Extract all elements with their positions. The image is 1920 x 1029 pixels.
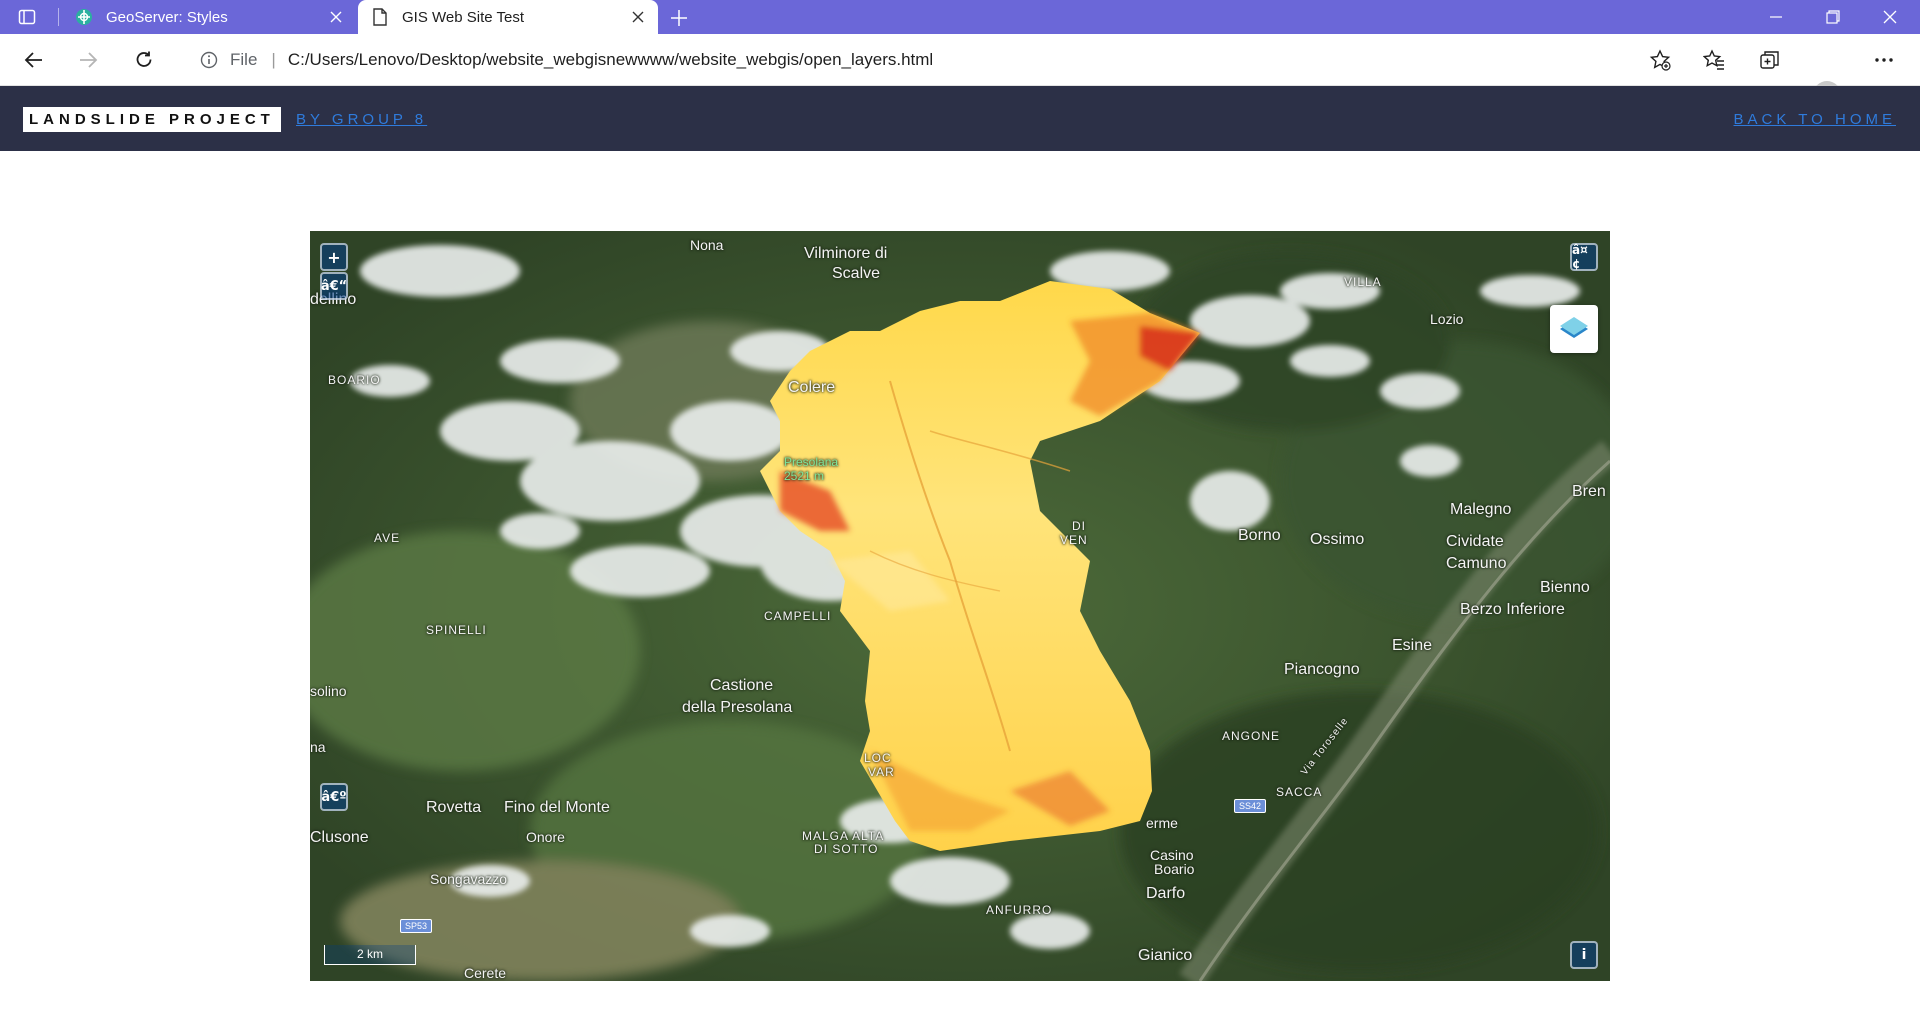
tab-geoserver-styles[interactable]: GeoServer: Styles xyxy=(62,0,356,34)
favorites-icon[interactable] xyxy=(1698,44,1730,76)
url-divider: | xyxy=(271,50,276,69)
minimize-icon[interactable] xyxy=(1748,0,1804,34)
url-text[interactable]: C:/Users/Lenovo/Desktop/website_webgisne… xyxy=(288,50,933,70)
map-viewer[interactable]: Nona Vilminore di Scalve VILLA Lozio del… xyxy=(310,231,1610,981)
place-label: della Presolana xyxy=(682,699,793,716)
place-label: Onore xyxy=(526,829,565,845)
url-scheme-label: File xyxy=(230,50,258,69)
place-label: Camuno xyxy=(1446,555,1507,572)
attribution-button[interactable]: i xyxy=(1570,941,1598,969)
tab-title: GeoServer: Styles xyxy=(106,8,228,26)
place-label: Ossimo xyxy=(1310,531,1365,548)
close-icon[interactable] xyxy=(624,3,652,31)
place-label: CAMPELLI xyxy=(764,609,832,623)
scale-line: 2 km xyxy=(324,945,416,965)
place-label: Berzo Inferiore xyxy=(1460,601,1565,618)
road-shield: SS42 xyxy=(1234,799,1267,813)
browser-tab-strip: GeoServer: Styles GIS Web Site Test xyxy=(0,0,1920,34)
zoom-out-button[interactable]: â€“ xyxy=(320,272,348,300)
layer-switcher-button[interactable] xyxy=(1550,305,1598,353)
place-label: ANGONE xyxy=(1222,729,1281,743)
info-icon[interactable] xyxy=(198,49,220,71)
place-label: BOARIO xyxy=(328,373,381,387)
place-label: VAR xyxy=(868,765,895,779)
place-label: Darfo xyxy=(1146,885,1186,902)
place-label: solino xyxy=(310,683,347,699)
more-options-icon[interactable] xyxy=(1868,44,1900,76)
place-label: Castione xyxy=(710,677,774,694)
rotate-button[interactable]: â€º xyxy=(320,783,348,811)
place-label: Vilminore di xyxy=(804,245,888,262)
by-group-link[interactable]: BY GROUP 8 xyxy=(296,111,427,128)
close-icon[interactable] xyxy=(322,3,350,31)
tab-gis-web-site-test[interactable]: GIS Web Site Test xyxy=(358,0,658,34)
brand-logo[interactable]: LANDSLIDE PROJECT xyxy=(23,107,281,132)
layers-icon xyxy=(1560,317,1588,338)
geoserver-icon xyxy=(74,7,94,27)
place-label: Boario xyxy=(1154,861,1195,877)
browser-toolbar: File | C:/Users/Lenovo/Desktop/website_w… xyxy=(0,34,1920,109)
place-label: Cividate xyxy=(1446,533,1504,550)
place-label: Bienno xyxy=(1540,579,1590,596)
place-label: Fino del Monte xyxy=(504,799,610,816)
place-label: Colere xyxy=(788,379,836,396)
collections-icon[interactable] xyxy=(1754,44,1786,76)
tab-separator xyxy=(58,8,59,26)
place-label: MALGA ALTA xyxy=(802,829,885,843)
place-label: Rovetta xyxy=(426,799,482,816)
place-label: Nona xyxy=(690,237,724,253)
place-label: 2521 m xyxy=(784,469,825,483)
place-label: Clusone xyxy=(310,829,369,846)
place-label: Lozio xyxy=(1430,311,1464,327)
place-label: Scalve xyxy=(832,265,881,282)
place-label: Gianico xyxy=(1138,947,1193,964)
place-label: erme xyxy=(1146,815,1178,831)
place-label: AVE xyxy=(374,531,401,545)
address-bar[interactable]: File | C:/Users/Lenovo/Desktop/website_w… xyxy=(180,41,1680,79)
place-label: Piancogno xyxy=(1284,661,1360,678)
place-label: ANFURRO xyxy=(986,903,1053,917)
back-to-home-link[interactable]: BACK TO HOME xyxy=(1734,111,1896,128)
place-label: Presolana xyxy=(784,455,839,469)
zoom-in-button[interactable]: + xyxy=(320,243,348,271)
site-header: LANDSLIDE PROJECT BY GROUP 8 BACK TO HOM… xyxy=(0,86,1920,151)
place-label: DI xyxy=(1072,519,1086,533)
window-close-icon[interactable] xyxy=(1862,0,1918,34)
place-label: DI SOTTO xyxy=(814,842,879,856)
place-label: Cerete xyxy=(464,965,507,981)
restore-icon[interactable] xyxy=(1805,0,1861,34)
forward-arrow-icon[interactable] xyxy=(72,44,104,76)
new-tab-icon[interactable] xyxy=(666,5,692,31)
tab-actions-icon[interactable] xyxy=(16,6,38,28)
fullscreen-button[interactable]: â¤¢ xyxy=(1570,243,1598,271)
road-shield: SP53 xyxy=(400,919,433,933)
place-label: VEN xyxy=(1060,533,1088,547)
satellite-basemap xyxy=(310,231,1610,981)
place-label: Esine xyxy=(1392,637,1433,654)
place-label: na xyxy=(310,739,326,755)
back-arrow-icon[interactable] xyxy=(18,44,50,76)
place-label: Songavazzo xyxy=(430,871,508,887)
place-label: VILLA xyxy=(1344,275,1382,289)
place-label: Borno xyxy=(1238,527,1281,544)
tab-title: GIS Web Site Test xyxy=(402,8,524,26)
reload-icon[interactable] xyxy=(128,44,160,76)
page-icon xyxy=(370,7,390,27)
place-label: SACCA xyxy=(1276,785,1323,799)
place-label: SPINELLI xyxy=(426,623,487,637)
add-favorite-icon[interactable] xyxy=(1648,48,1672,72)
place-label: LOC xyxy=(864,751,892,765)
place-label: Malegno xyxy=(1450,501,1512,518)
place-label: Bren xyxy=(1572,483,1606,500)
